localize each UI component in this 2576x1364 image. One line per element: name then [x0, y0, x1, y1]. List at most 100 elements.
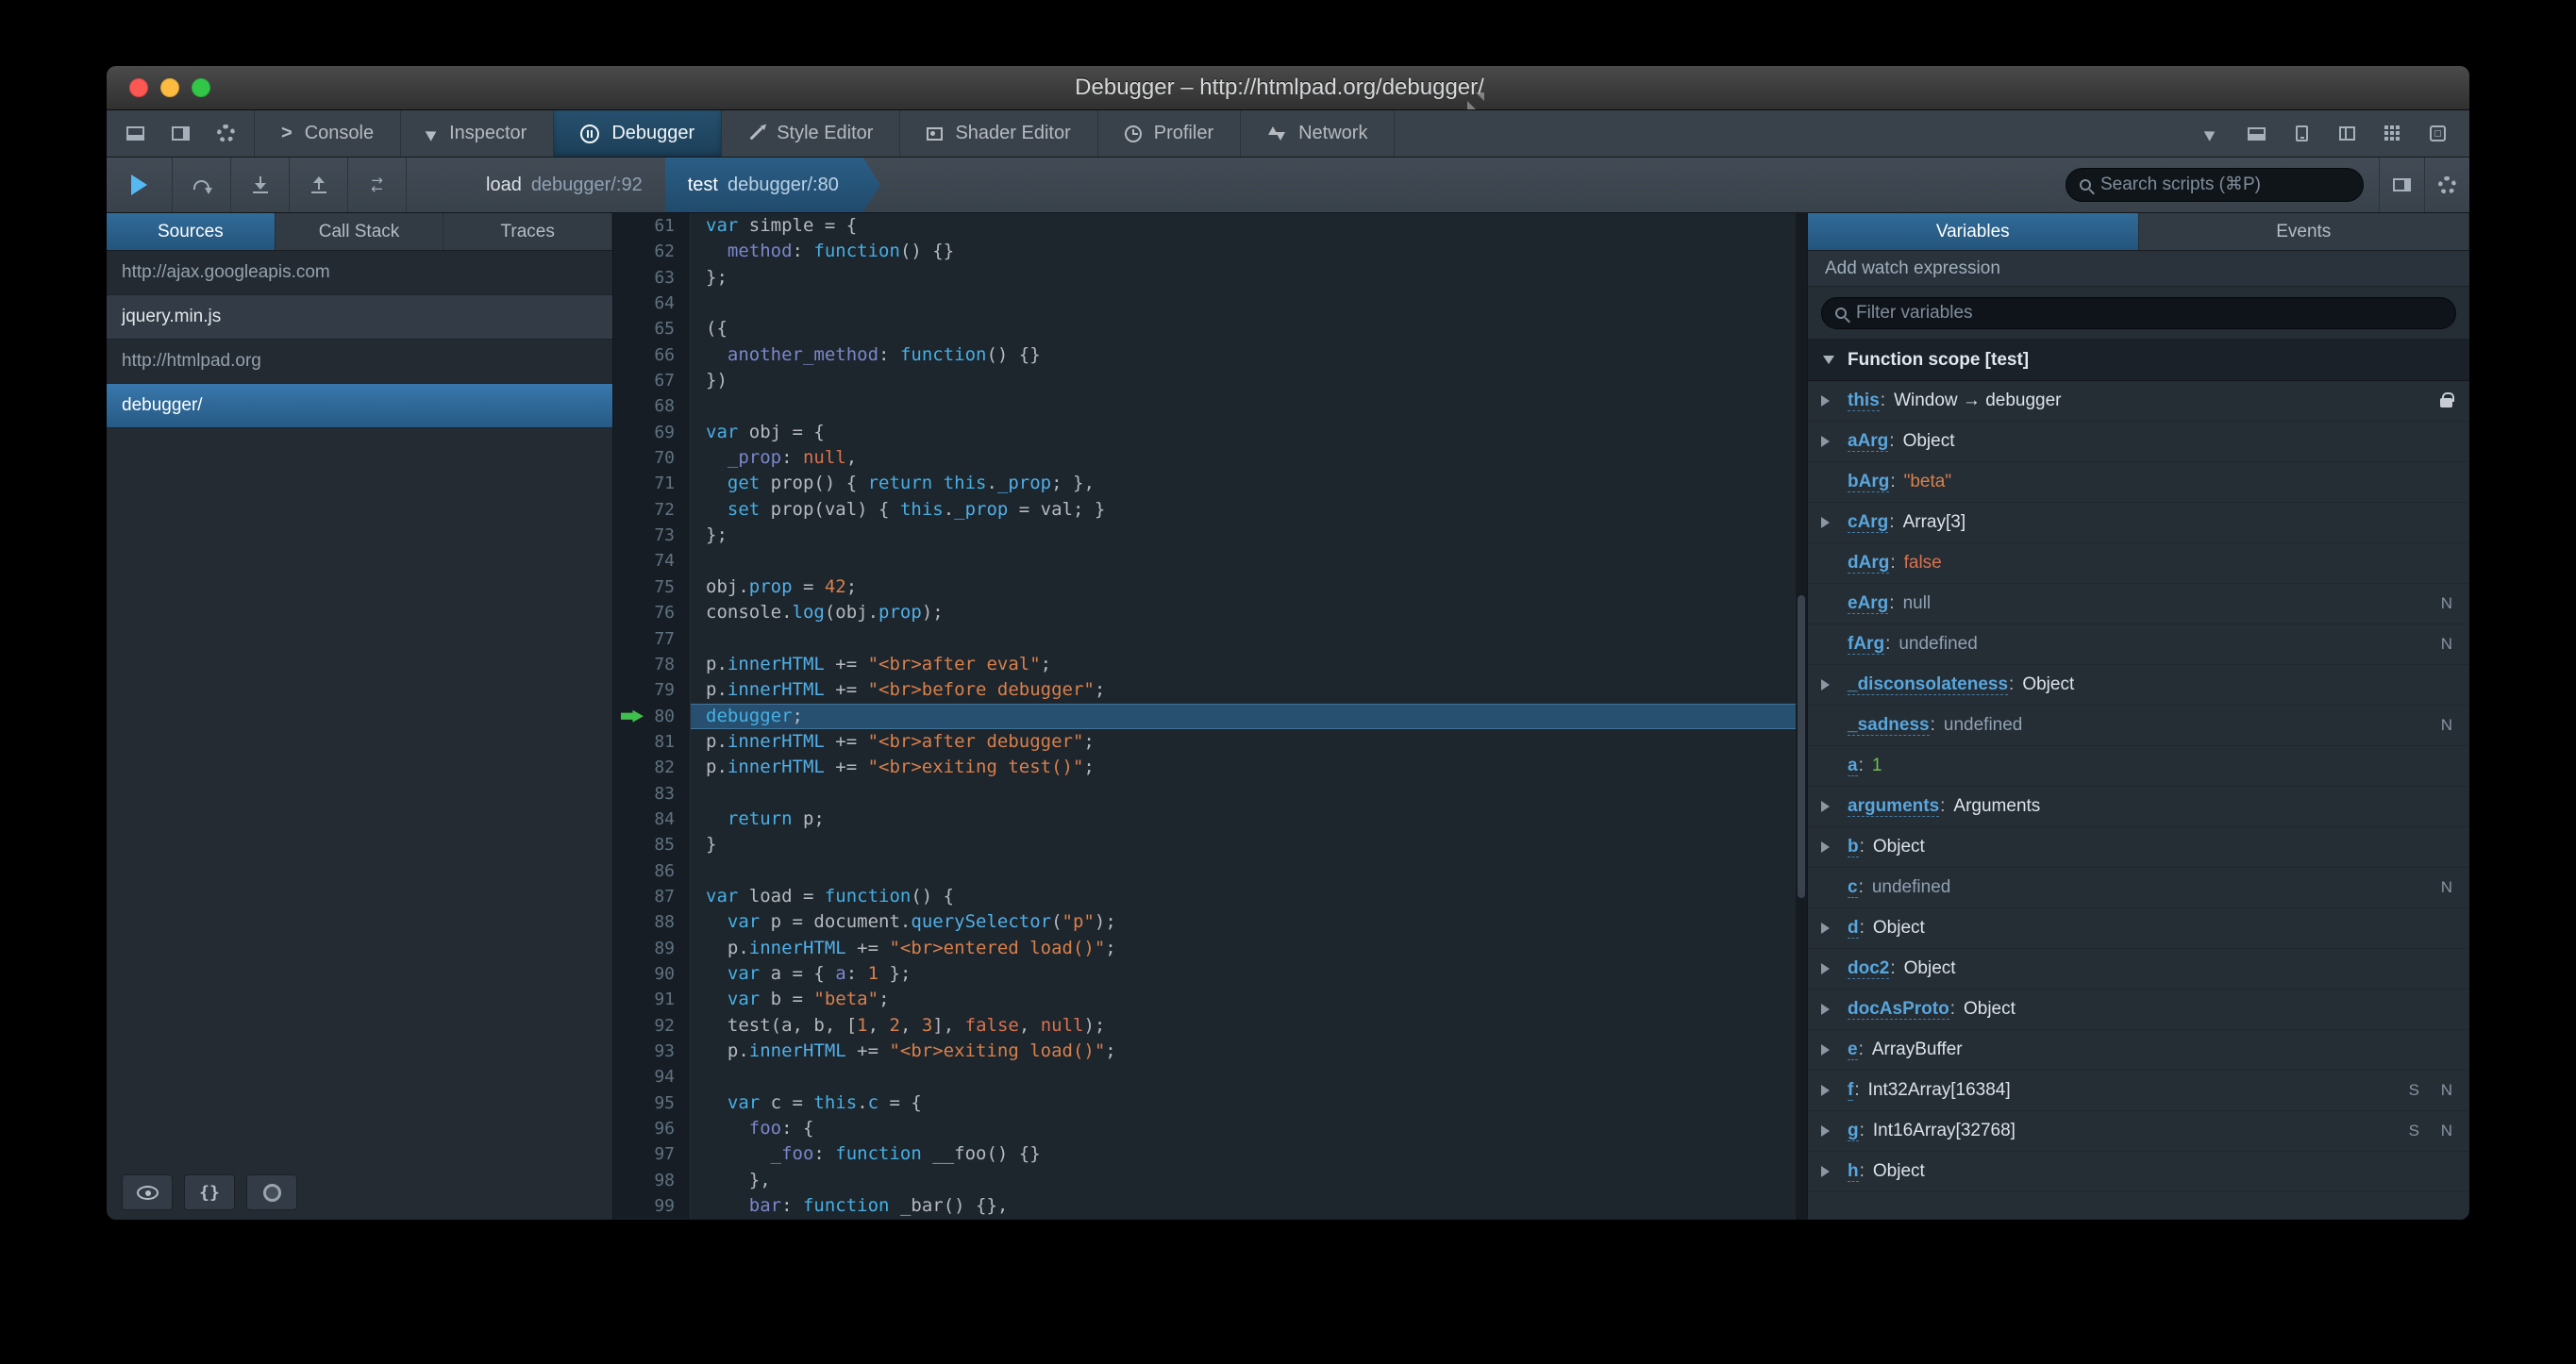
code-text[interactable]: get prop() { return this._prop; }, [691, 471, 1796, 496]
step-out-button[interactable] [290, 158, 348, 212]
line-number[interactable]: 90 [613, 960, 691, 988]
step-over-button[interactable] [173, 158, 231, 212]
line-number[interactable]: 68 [613, 393, 691, 420]
expand-arrow-icon[interactable] [1821, 1044, 1830, 1056]
toolbox-options-button[interactable] [203, 110, 248, 157]
line-number[interactable]: 78 [613, 651, 691, 678]
expand-arrow-icon[interactable] [1821, 436, 1830, 447]
line-number[interactable]: 80 [613, 703, 691, 729]
line-number[interactable]: 70 [613, 445, 691, 472]
variable-name[interactable]: aArg [1848, 431, 1889, 453]
line-number[interactable]: 96 [613, 1116, 691, 1142]
code-text[interactable]: debugger; [691, 703, 1796, 729]
code-text[interactable]: obj.prop = 42; [691, 574, 1796, 600]
script-search-box[interactable] [2066, 168, 2364, 202]
code-text[interactable]: _prop: null, [691, 445, 1796, 471]
variable-name[interactable]: c [1848, 877, 1858, 899]
line-number[interactable]: 71 [613, 471, 691, 497]
code-text[interactable]: return p; [691, 807, 1796, 832]
code-text[interactable]: test(a, b, [1, 2, 3], false, null); [691, 1013, 1796, 1039]
code-text[interactable]: var c = this.c = { [691, 1090, 1796, 1116]
frame-button[interactable] [2415, 110, 2460, 157]
tab-events[interactable]: Events [2139, 213, 2469, 250]
line-number[interactable]: 73 [613, 523, 691, 549]
code-text[interactable]: ({ [691, 316, 1796, 341]
editor-scrollbar[interactable] [1796, 213, 1807, 1220]
source-item-http://htmlpad.org[interactable]: http://htmlpad.org [107, 340, 612, 384]
minimize-window-button[interactable] [160, 78, 179, 97]
code-text[interactable]: console.log(obj.prop); [691, 600, 1796, 625]
pretty-print-button[interactable] [184, 1174, 235, 1210]
collapse-arrow-icon[interactable] [1823, 356, 1834, 364]
tab-variables[interactable]: Variables [1808, 213, 2139, 250]
toggle-panes-button[interactable] [2379, 158, 2424, 212]
code-text[interactable]: var b = "beta"; [691, 987, 1796, 1012]
variable-row-_disconsolateness[interactable]: _disconsolateness: Object [1808, 665, 2469, 706]
scratchpad-button[interactable] [2324, 110, 2369, 157]
line-number[interactable]: 67 [613, 368, 691, 394]
line-number[interactable]: 77 [613, 625, 691, 652]
variable-row-c[interactable]: c: undefined N [1808, 868, 2469, 908]
expand-arrow-icon[interactable] [1821, 1125, 1830, 1137]
line-number[interactable]: 84 [613, 806, 691, 833]
expand-arrow-icon[interactable] [1821, 963, 1830, 974]
code-text[interactable]: var obj = { [691, 420, 1796, 445]
expand-arrow-icon[interactable] [1821, 517, 1830, 528]
expand-arrow-icon[interactable] [1821, 679, 1830, 690]
variable-row-aarg[interactable]: aArg: Object [1808, 422, 2469, 462]
line-number[interactable]: 98 [613, 1167, 691, 1194]
tab-traces[interactable]: Traces [443, 213, 613, 250]
pick-element-button[interactable] [2188, 110, 2233, 157]
variable-row-farg[interactable]: fArg: undefined N [1808, 624, 2469, 665]
line-number[interactable]: 74 [613, 548, 691, 574]
line-number[interactable]: 87 [613, 883, 691, 910]
line-number[interactable]: 66 [613, 341, 691, 369]
tab-console[interactable]: Console [255, 110, 402, 157]
line-number[interactable]: 69 [613, 419, 691, 446]
add-watch-expression[interactable]: Add watch expression [1808, 251, 2469, 287]
line-number[interactable]: 93 [613, 1039, 691, 1065]
tab-shader-editor[interactable]: Shader Editor [900, 110, 1098, 157]
code-text[interactable]: var load = function() { [691, 884, 1796, 909]
code-text[interactable]: }; [691, 265, 1796, 291]
grid-button[interactable] [2369, 110, 2415, 157]
code-text[interactable]: _foo: function __foo() {} [691, 1141, 1796, 1167]
split-console-button[interactable] [2233, 110, 2279, 157]
tab-sources[interactable]: Sources [107, 213, 276, 250]
code-text[interactable]: foo: { [691, 1116, 1796, 1141]
breadcrumb-frame-load[interactable]: load debugger/:92 [463, 158, 665, 212]
code-text[interactable] [691, 626, 1796, 652]
variable-row-docasproto[interactable]: docAsProto: Object [1808, 990, 2469, 1030]
resume-button[interactable] [107, 158, 173, 212]
code-text[interactable]: var a = { a: 1 }; [691, 961, 1796, 987]
code-text[interactable]: }; [691, 523, 1796, 548]
variable-row-h[interactable]: h: Object [1808, 1152, 2469, 1192]
variable-name[interactable]: g [1848, 1121, 1859, 1142]
tab-style-editor[interactable]: Style Editor [722, 110, 901, 157]
tab-network[interactable]: Network [1241, 110, 1396, 157]
variable-name[interactable]: docAsProto [1848, 999, 1949, 1021]
code-text[interactable]: } [691, 832, 1796, 857]
expand-arrow-icon[interactable] [1821, 395, 1830, 407]
variable-row-carg[interactable]: cArg: Array[3] [1808, 503, 2469, 543]
tab-profiler[interactable]: Profiler [1098, 110, 1242, 157]
line-number[interactable]: 79 [613, 677, 691, 704]
script-search-input[interactable] [2100, 175, 2350, 195]
line-number[interactable]: 83 [613, 780, 691, 807]
line-number[interactable]: 85 [613, 832, 691, 858]
line-number[interactable]: 82 [613, 755, 691, 781]
variables-filter-box[interactable] [1821, 296, 2456, 329]
variable-name[interactable]: f [1848, 1080, 1854, 1102]
code-text[interactable] [691, 548, 1796, 574]
variable-row-a[interactable]: a:1 [1808, 746, 2469, 787]
step-in-button[interactable] [231, 158, 290, 212]
toggle-source-visibility-button[interactable] [122, 1174, 173, 1210]
line-number[interactable]: 86 [613, 857, 691, 884]
code-text[interactable]: p.innerHTML += "<br>exiting test()"; [691, 755, 1796, 780]
dock-side-button[interactable] [158, 110, 203, 157]
scrollbar-thumb[interactable] [1798, 595, 1805, 898]
variable-row-earg[interactable]: eArg: null N [1808, 584, 2469, 624]
responsive-mode-button[interactable] [2279, 110, 2324, 157]
code-text[interactable]: p.innerHTML += "<br>before debugger"; [691, 677, 1796, 703]
scope-header[interactable]: Function scope [test] [1808, 340, 2469, 381]
